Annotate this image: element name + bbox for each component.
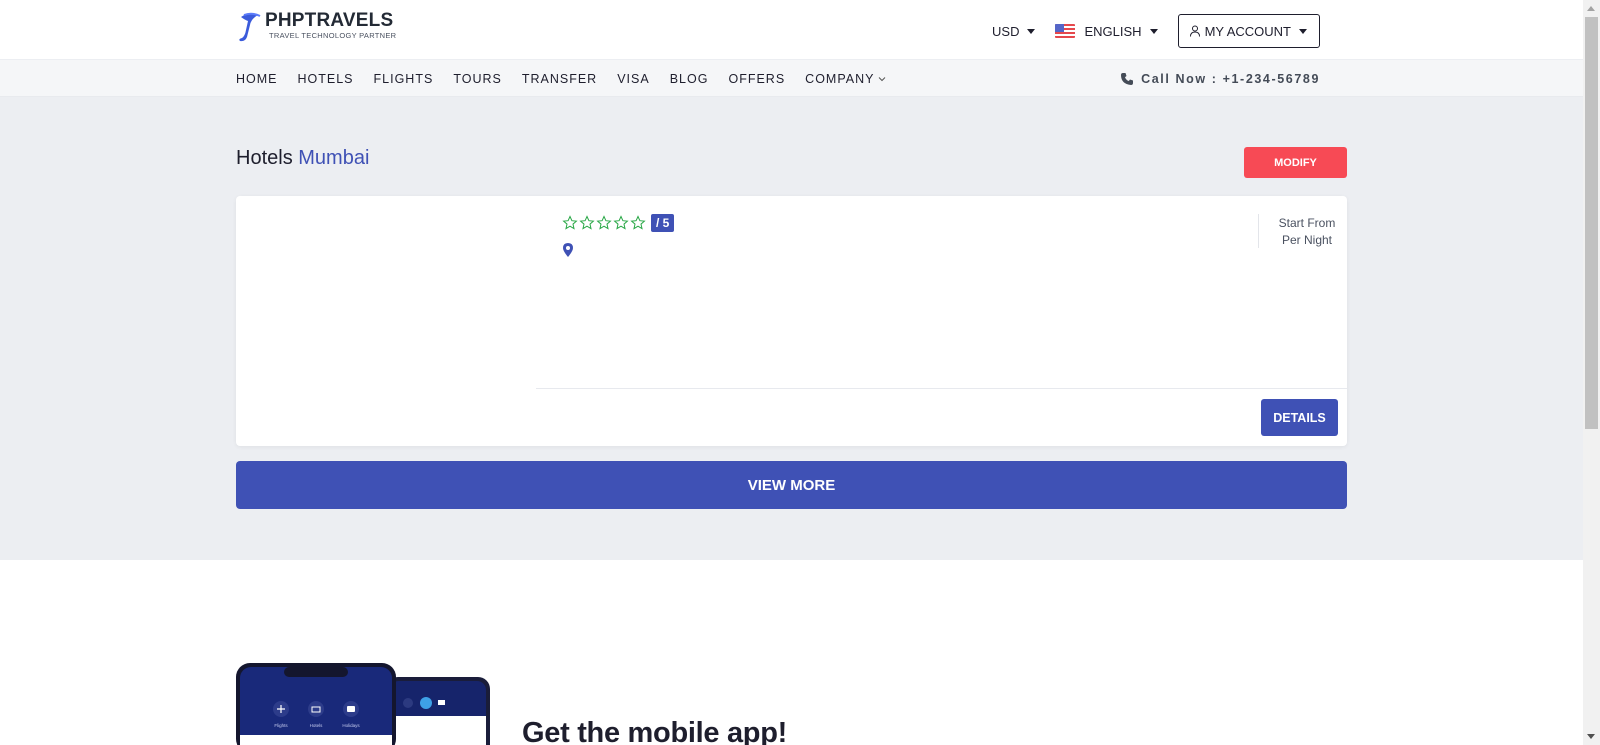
hotel-image[interactable] [236, 196, 536, 446]
nav-item-company[interactable]: COMPANY [805, 72, 886, 86]
view-more-button[interactable]: VIEW MORE [236, 461, 1347, 509]
nav-item-transfer[interactable]: TRANSFER [522, 72, 597, 86]
star-icon [562, 215, 578, 230]
nav-item-offers[interactable]: OFFERS [728, 72, 785, 86]
nav-item-company-label: COMPANY [805, 71, 875, 86]
currency-label: USD [992, 23, 1020, 39]
my-account-label: MY ACCOUNT [1204, 23, 1291, 39]
header-right: USD ENGLISH MY ACCOUNT [992, 14, 1320, 48]
phone-label-hotels: Hotels [310, 723, 324, 728]
logo-subtitle: TRAVEL TECHNOLOGY PARTNER [269, 31, 397, 40]
phone-label-holidays: Holidays [342, 723, 360, 728]
map-pin-icon [563, 243, 573, 257]
scroll-up-arrow-icon[interactable] [1587, 6, 1595, 11]
results-section: Hotels Mumbai MODIFY / 5 Start From Per … [0, 97, 1583, 560]
price-per-night: Per Night [1281, 233, 1333, 247]
nav-item-home[interactable]: HOME [236, 72, 278, 86]
mobile-app-section: Flights Hotels Holidays Get the mobile a… [0, 560, 1583, 745]
page-title-prefix: Hotels [236, 147, 293, 169]
price-start-from: Start From [1278, 216, 1336, 230]
main-nav: HOME HOTELS FLIGHTS TOURS TRANSFER VISA … [0, 60, 1583, 97]
nav-list: HOME HOTELS FLIGHTS TOURS TRANSFER VISA … [236, 60, 906, 97]
phones-illustration: Flights Hotels Holidays [236, 663, 490, 745]
caret-down-icon [1149, 28, 1158, 34]
call-now[interactable]: Call Now : +1-234-56789 [1120, 60, 1320, 97]
logo-mark-icon [239, 12, 261, 42]
page-title-city: Mumbai [298, 147, 370, 169]
my-account-button[interactable]: MY ACCOUNT [1177, 14, 1320, 48]
nav-item-hotels[interactable]: HOTELS [298, 72, 354, 86]
star-icon [579, 215, 595, 230]
card-divider [536, 388, 1347, 389]
star-icon [630, 215, 646, 230]
scroll-thumb[interactable] [1585, 17, 1598, 429]
language-label: ENGLISH [1084, 23, 1142, 39]
star-rating: / 5 [562, 214, 675, 232]
currency-dropdown[interactable]: USD [992, 23, 1036, 39]
details-button[interactable]: DETAILS [1261, 399, 1338, 436]
phone-icon [1121, 72, 1134, 85]
page-title: Hotels Mumbai [236, 147, 369, 170]
modify-button[interactable]: MODIFY [1244, 147, 1347, 178]
top-header: PHPTRAVELS TRAVEL TECHNOLOGY PARTNER USD… [0, 0, 1583, 60]
us-flag-icon [1055, 24, 1076, 38]
call-now-label: Call Now : +1-234-56789 [1141, 71, 1320, 86]
caret-down-icon [1299, 28, 1307, 34]
phone-label-flights: Flights [274, 723, 288, 728]
hotel-result-card: / 5 Start From Per Night DETAILS [236, 196, 1347, 446]
language-dropdown[interactable]: ENGLISH [1055, 23, 1158, 39]
price-label: Start From Per Night [1266, 215, 1348, 249]
user-icon [1189, 25, 1200, 37]
nav-item-tours[interactable]: TOURS [453, 72, 502, 86]
app-heading: Get the mobile app! [522, 717, 787, 745]
caret-down-icon [1027, 28, 1036, 34]
rating-badge: / 5 [651, 214, 675, 232]
scroll-down-arrow-icon[interactable] [1587, 734, 1595, 739]
chevron-down-icon [879, 76, 886, 81]
page-scrollbar[interactable] [1583, 0, 1600, 745]
nav-item-flights[interactable]: FLIGHTS [374, 72, 434, 86]
nav-item-visa[interactable]: VISA [617, 72, 650, 86]
star-icon [613, 215, 629, 230]
logo[interactable]: PHPTRAVELS TRAVEL TECHNOLOGY PARTNER [236, 11, 396, 43]
nav-item-blog[interactable]: BLOG [670, 72, 709, 86]
logo-text: PHPTRAVELS TRAVEL TECHNOLOGY PARTNER [265, 10, 397, 41]
price-divider [1258, 214, 1259, 248]
logo-title: PHPTRAVELS [265, 10, 394, 31]
star-icon [596, 215, 612, 230]
